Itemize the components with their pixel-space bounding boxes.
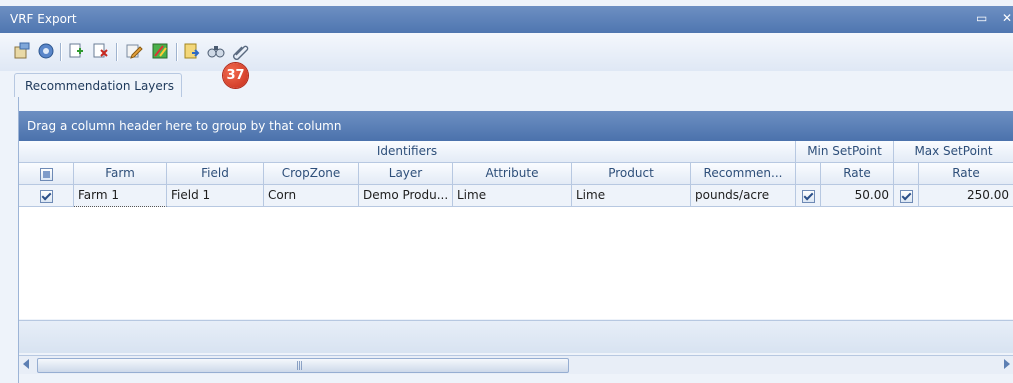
- window-title: VRF Export: [10, 12, 77, 26]
- checkbox-icon: [899, 190, 913, 203]
- find-icon[interactable]: [206, 41, 226, 61]
- max-enabled-checkbox[interactable]: [894, 185, 919, 207]
- restore-icon[interactable]: ▭: [976, 11, 987, 25]
- band-identifiers[interactable]: Identifiers: [19, 141, 796, 163]
- cell-layer[interactable]: Demo Produ...: [359, 185, 453, 207]
- column-header-row: Farm Field CropZone Layer Attribute Prod…: [19, 163, 1013, 185]
- column-header-product[interactable]: Product: [572, 163, 691, 185]
- close-icon[interactable]: ✕: [1002, 11, 1012, 25]
- cell-min-rate[interactable]: 50.00: [821, 185, 894, 207]
- cell-cropzone[interactable]: Corn: [264, 185, 359, 207]
- tab-recommendation-layers[interactable]: Recommendation Layers: [14, 73, 182, 97]
- toolbar-separator: [176, 43, 178, 61]
- map-edit-icon[interactable]: [150, 41, 170, 61]
- toolbar: [0, 33, 1013, 71]
- cell-product[interactable]: Lime: [572, 185, 691, 207]
- group-by-hint: Drag a column header here to group by th…: [27, 119, 342, 133]
- column-header-min-enabled[interactable]: [796, 163, 821, 185]
- band-header-row: Identifiers Min SetPoint Max SetPoint: [19, 141, 1013, 163]
- export-icon[interactable]: [182, 41, 202, 61]
- band-max-setpoint[interactable]: Max SetPoint: [894, 141, 1013, 163]
- tab-strip: Recommendation Layers: [0, 73, 1013, 97]
- toolbar-separator: [116, 43, 118, 61]
- scrollbar-thumb[interactable]: |||: [37, 358, 569, 373]
- cell-attribute[interactable]: Lime: [453, 185, 572, 207]
- checkbox-icon: [801, 190, 815, 203]
- column-header-recommendation[interactable]: Recommen...: [691, 163, 796, 185]
- data-grid: Identifiers Min SetPoint Max SetPoint Fa…: [19, 141, 1013, 207]
- cell-farm[interactable]: Farm 1: [74, 185, 167, 207]
- column-header-farm[interactable]: Farm: [74, 163, 167, 185]
- grid-panel: Drag a column header here to group by th…: [18, 97, 1013, 383]
- column-header-max-rate[interactable]: Rate: [919, 163, 1013, 185]
- tab-label: Recommendation Layers: [25, 79, 174, 93]
- help-icon[interactable]: [36, 41, 56, 61]
- column-header-layer[interactable]: Layer: [359, 163, 453, 185]
- table-row[interactable]: Farm 1 Field 1 Corn Demo Produ... Lime L…: [19, 185, 1013, 207]
- scroll-left-icon[interactable]: [23, 359, 29, 369]
- column-header-cropzone[interactable]: CropZone: [264, 163, 359, 185]
- horizontal-scrollbar[interactable]: |||: [19, 355, 1013, 374]
- grip-icon: |||: [296, 361, 303, 371]
- cell-field[interactable]: Field 1: [167, 185, 264, 207]
- band-min-setpoint[interactable]: Min SetPoint: [796, 141, 894, 163]
- grid-footer: [19, 320, 1013, 353]
- cell-max-rate[interactable]: 250.00: [919, 185, 1013, 207]
- column-header-min-rate[interactable]: Rate: [821, 163, 894, 185]
- add-layer-icon[interactable]: [66, 41, 86, 61]
- title-bar: VRF Export ▭ ✕: [0, 6, 1013, 33]
- vrf-export-window: VRF Export ▭ ✕ 37 Recommendation Layers …: [0, 0, 1013, 383]
- column-header-max-enabled[interactable]: [894, 163, 919, 185]
- remove-layer-icon[interactable]: [90, 41, 110, 61]
- row-select-checkbox[interactable]: [19, 185, 74, 207]
- checkbox-icon: [39, 190, 53, 203]
- scroll-right-icon[interactable]: [1004, 359, 1010, 369]
- grid-empty-area: [19, 207, 1013, 319]
- column-header-attribute[interactable]: Attribute: [453, 163, 572, 185]
- toolbar-separator: [60, 43, 62, 61]
- group-by-panel[interactable]: Drag a column header here to group by th…: [19, 111, 1013, 141]
- edit-icon[interactable]: [124, 41, 144, 61]
- column-header-field[interactable]: Field: [167, 163, 264, 185]
- select-all-checkbox[interactable]: [19, 163, 74, 185]
- attach-icon[interactable]: [230, 41, 250, 61]
- checkbox-icon: [39, 168, 53, 181]
- cell-recommendation[interactable]: pounds/acre: [691, 185, 796, 207]
- properties-icon[interactable]: [12, 41, 32, 61]
- min-enabled-checkbox[interactable]: [796, 185, 821, 207]
